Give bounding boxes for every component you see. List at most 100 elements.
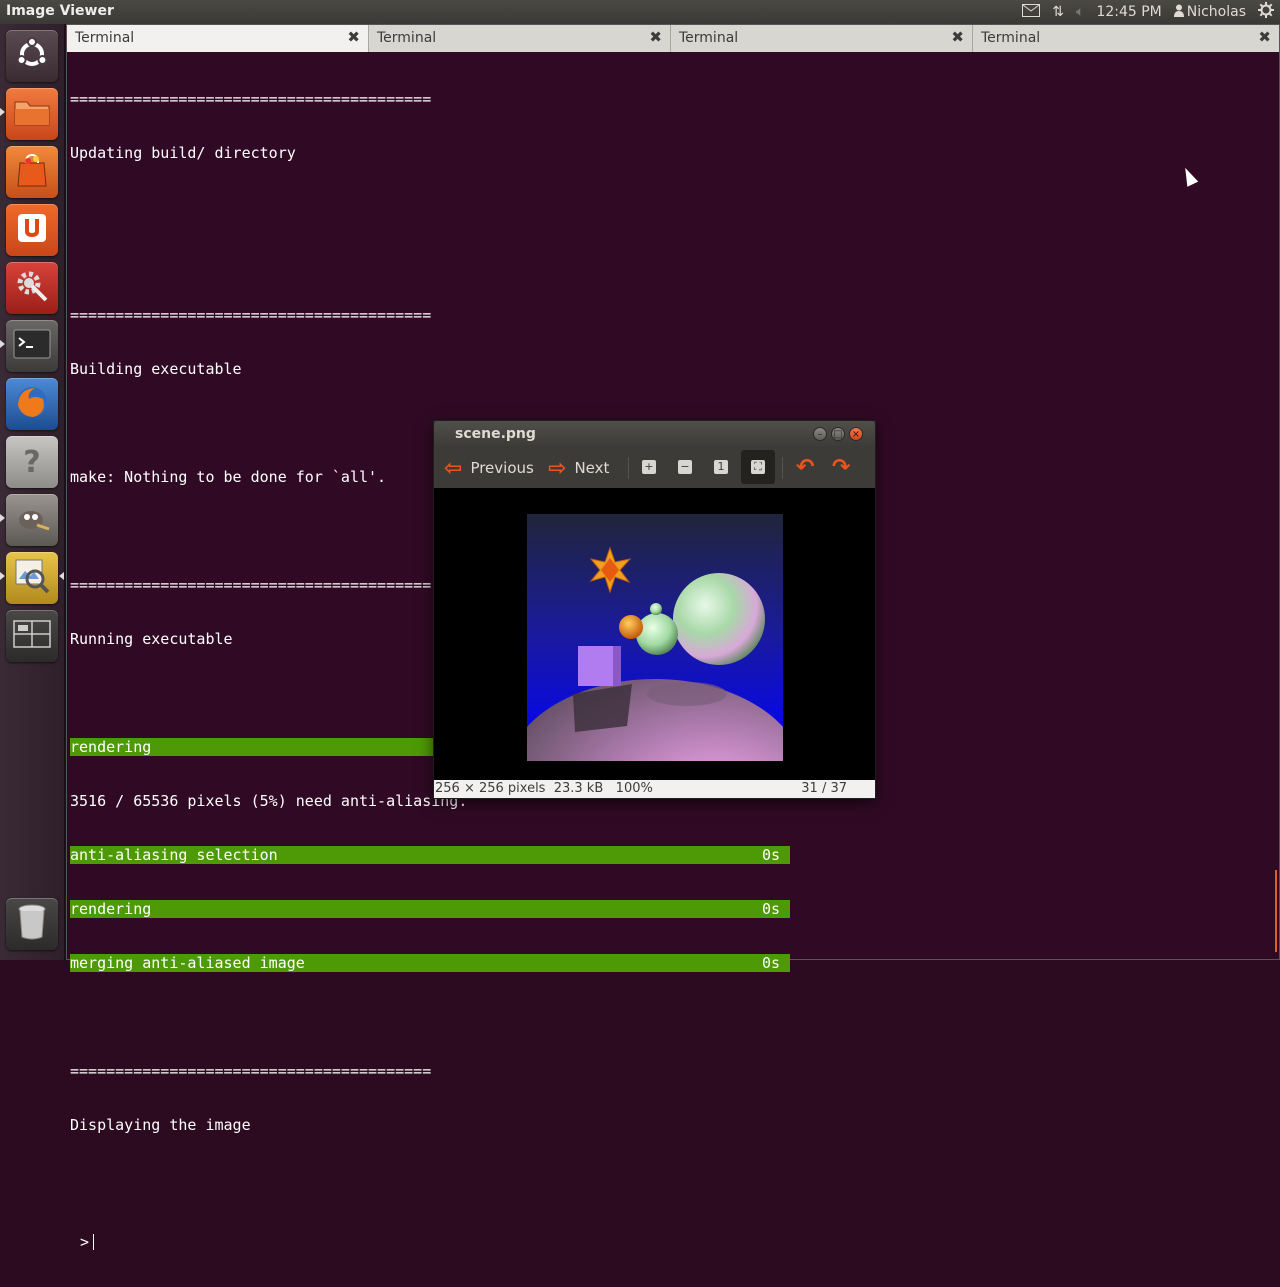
user-icon bbox=[1173, 4, 1184, 21]
firefox-icon bbox=[13, 383, 51, 425]
files-launcher[interactable] bbox=[6, 88, 58, 140]
viewer-toolbar: ⇦ Previous ⇨ Next + − 1 ⛶ ↶ ↷ bbox=[434, 447, 875, 487]
zoom-out-icon[interactable]: − bbox=[678, 460, 692, 474]
progress-bar-rendering-2: rendering 0s bbox=[70, 900, 790, 918]
toolbar-separator bbox=[782, 457, 783, 479]
workspace-switcher-launcher[interactable] bbox=[6, 610, 58, 662]
user-name: Nicholas bbox=[1186, 4, 1246, 20]
image-position: 31 / 37 bbox=[801, 781, 847, 796]
close-button[interactable]: × bbox=[849, 427, 863, 441]
help-icon: ? bbox=[23, 444, 41, 480]
shopping-bag-icon bbox=[16, 153, 48, 191]
close-icon[interactable]: ✖ bbox=[951, 28, 964, 46]
terminal-tab-2[interactable]: Terminal ✖ bbox=[369, 25, 671, 52]
tab-label: Terminal bbox=[981, 30, 1041, 46]
ubuntu-logo-icon bbox=[15, 37, 49, 75]
rotate-left-icon[interactable]: ↶ bbox=[796, 455, 814, 480]
image-canvas[interactable] bbox=[434, 488, 875, 780]
running-indicator bbox=[0, 340, 5, 348]
prompt-line[interactable]: > bbox=[70, 1233, 1270, 1251]
trash-launcher[interactable] bbox=[6, 898, 58, 950]
text-cursor bbox=[93, 1234, 95, 1250]
terminal-tab-bar: Terminal ✖ Terminal ✖ Terminal ✖ Termina… bbox=[67, 25, 1279, 52]
running-indicator bbox=[0, 514, 5, 522]
running-indicator bbox=[0, 572, 5, 580]
gimp-icon bbox=[13, 503, 51, 537]
image-viewer-window[interactable]: scene.png – □ × ⇦ Previous ⇨ Next + − 1 … bbox=[433, 420, 876, 799]
zoom-fit-icon: ⛶ bbox=[751, 460, 765, 474]
zoom-fit-button[interactable]: ⛶ bbox=[741, 450, 775, 484]
close-icon[interactable]: ✖ bbox=[1258, 28, 1271, 46]
user-menu[interactable]: Nicholas bbox=[1173, 4, 1246, 21]
top-panel: Image Viewer ⇅ 🔈︎ 12:45 PM Nicholas bbox=[0, 0, 1280, 24]
mail-icon[interactable] bbox=[1022, 3, 1041, 21]
close-icon[interactable]: ✖ bbox=[347, 28, 360, 46]
running-indicator bbox=[0, 108, 5, 116]
ubuntu-dash-button[interactable] bbox=[6, 30, 58, 82]
maximize-icon: □ bbox=[833, 428, 843, 440]
launcher: ? bbox=[0, 24, 65, 960]
volume-muted-icon[interactable]: 🔈︎ bbox=[1076, 4, 1084, 20]
output-line: Building executable bbox=[70, 360, 242, 378]
terminal-launcher[interactable] bbox=[6, 320, 58, 372]
image-viewer-icon bbox=[13, 557, 51, 599]
clock[interactable]: 12:45 PM bbox=[1096, 4, 1161, 20]
tab-label: Terminal bbox=[75, 30, 135, 46]
folder-icon bbox=[14, 98, 50, 130]
progress-time: 0s bbox=[761, 900, 780, 918]
shell-prompt: > bbox=[80, 1233, 90, 1251]
viewer-statusbar: 256 × 256 pixels 23.3 kB 100% 31 / 37 bbox=[434, 780, 875, 798]
power-icon[interactable] bbox=[1258, 2, 1274, 22]
next-button[interactable]: ⇨ Next bbox=[548, 455, 609, 481]
image-size: 23.3 kB bbox=[553, 781, 604, 796]
system-settings-launcher[interactable] bbox=[6, 262, 58, 314]
viewer-titlebar[interactable]: scene.png – □ × bbox=[434, 421, 875, 447]
ubuntu-one-icon bbox=[16, 212, 48, 248]
terminal-icon bbox=[13, 329, 51, 363]
rotate-right-icon[interactable]: ↷ bbox=[832, 455, 850, 480]
arrow-left-icon: ⇦ bbox=[444, 455, 463, 481]
close-icon[interactable]: ✖ bbox=[649, 28, 662, 46]
trash-icon bbox=[17, 903, 47, 945]
tab-label: Terminal bbox=[679, 30, 739, 46]
ubuntu-one-launcher[interactable] bbox=[6, 204, 58, 256]
scrollbar-indicator[interactable] bbox=[1275, 870, 1277, 952]
focused-indicator bbox=[59, 572, 64, 580]
progress-label: anti-aliasing selection bbox=[70, 846, 278, 864]
active-app-title: Image Viewer bbox=[6, 3, 114, 19]
next-label: Next bbox=[574, 459, 610, 477]
progress-bar-aa-selection: anti-aliasing selection 0s bbox=[70, 846, 790, 864]
indicator-area: ⇅ 🔈︎ 12:45 PM Nicholas bbox=[1022, 0, 1274, 24]
progress-label: merging anti-aliased image bbox=[70, 954, 305, 972]
image-info: 256 × 256 pixels 23.3 kB 100% bbox=[435, 781, 653, 796]
progress-bar-merging: merging anti-aliased image 0s bbox=[70, 954, 790, 972]
separator-line: ======================================== bbox=[70, 1062, 432, 1080]
image-dimensions: 256 × 256 pixels bbox=[435, 781, 546, 796]
toolbar-separator bbox=[628, 457, 629, 479]
maximize-button[interactable]: □ bbox=[831, 427, 845, 441]
output-line: Displaying the image bbox=[70, 1116, 251, 1134]
software-center-launcher[interactable] bbox=[6, 146, 58, 198]
network-icon[interactable]: ⇅ bbox=[1052, 4, 1064, 20]
terminal-tab-4[interactable]: Terminal ✖ bbox=[973, 25, 1279, 52]
minimize-icon: – bbox=[817, 428, 823, 440]
arrow-right-icon: ⇨ bbox=[548, 455, 567, 481]
separator-line: ======================================== bbox=[70, 90, 432, 108]
zoom-level: 100% bbox=[615, 781, 653, 796]
image-viewer-launcher[interactable] bbox=[6, 552, 58, 604]
gimp-launcher[interactable] bbox=[6, 494, 58, 546]
zoom-normal-icon[interactable]: 1 bbox=[714, 460, 728, 474]
firefox-launcher[interactable] bbox=[6, 378, 58, 430]
minimize-button[interactable]: – bbox=[813, 427, 827, 441]
workspace-icon bbox=[13, 620, 51, 652]
previous-button[interactable]: ⇦ Previous bbox=[444, 455, 534, 481]
output-line: Updating build/ directory bbox=[70, 144, 296, 162]
terminal-tab-1[interactable]: Terminal ✖ bbox=[67, 25, 369, 52]
viewer-title: scene.png bbox=[455, 426, 536, 442]
progress-label: rendering bbox=[70, 900, 152, 918]
zoom-in-icon[interactable]: + bbox=[642, 460, 656, 474]
help-launcher[interactable]: ? bbox=[6, 436, 58, 488]
separator-line: ======================================== bbox=[70, 306, 432, 324]
tab-label: Terminal bbox=[377, 30, 437, 46]
terminal-tab-3[interactable]: Terminal ✖ bbox=[671, 25, 973, 52]
